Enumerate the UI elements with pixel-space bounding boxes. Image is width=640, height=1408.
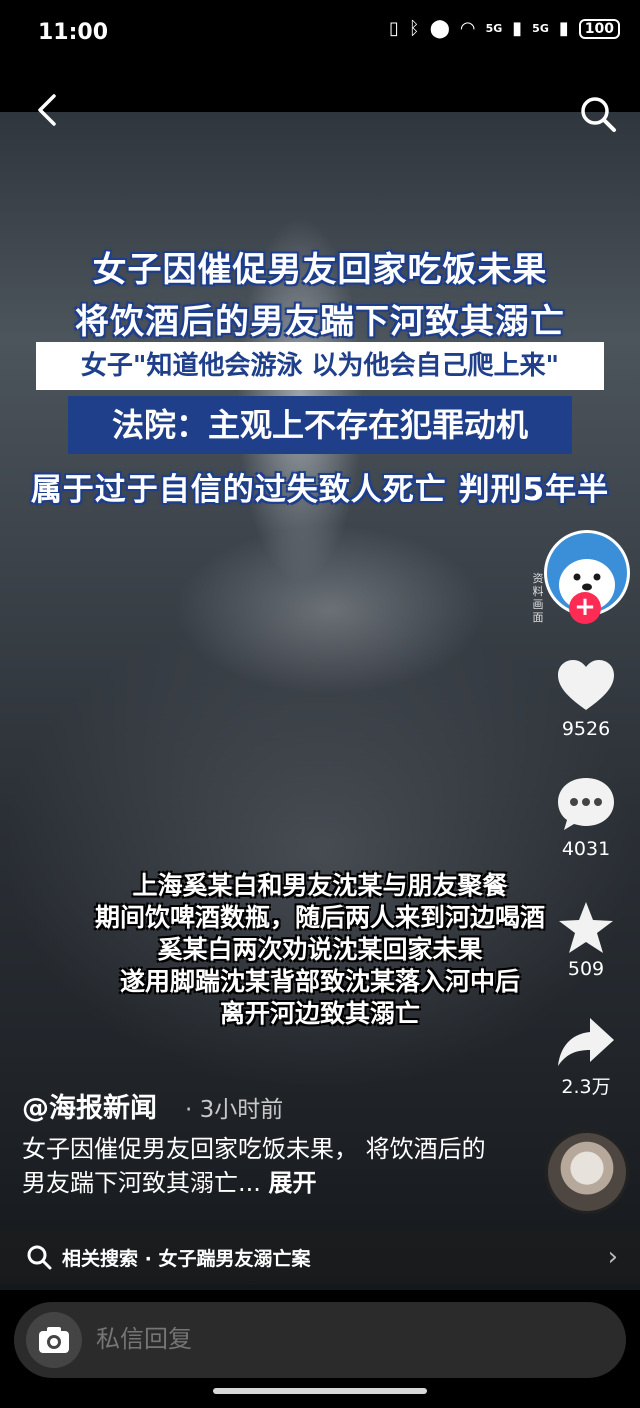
signal-1-icon: ▮ [512,18,523,39]
search-icon[interactable] [578,94,618,134]
subtitle-line: 期间饮啤酒数瓶，随后两人来到河边喝酒 [94,903,545,932]
share-icon[interactable] [556,1014,616,1070]
status-bar: 11:00 ▯ ᛒ ⬤ ◠ 5G ▮ 5G ▮ 100 [0,0,640,70]
related-search-bar[interactable]: 相关搜索 · 女子踹男友溺亡案 › [0,1230,640,1284]
camera-button[interactable] [26,1312,82,1368]
wifi-icon: ◠ [459,18,476,39]
video-player[interactable]: 女子因催促男友回家吃饭未果 将饮酒后的男友踹下河致其溺亡 女子"知道他会游泳 以… [0,70,640,1290]
back-arrow-icon[interactable] [30,92,66,128]
home-indicator[interactable] [213,1388,427,1394]
subtitle-line: 离开河边致其溺亡 [219,999,420,1028]
headline-line-1: 女子因催促男友回家吃饭未果 [92,250,548,290]
reply-bar[interactable] [14,1302,626,1378]
comment-count: 4031 [561,838,611,860]
signal-2-icon: ▮ [558,18,569,39]
headline-quote-banner: 女子"知道他会游泳 以为他会自己爬上来" [36,342,604,390]
status-time: 11:00 [38,20,109,45]
post-description[interactable]: 女子因催促男友回家吃饭未果， 将饮酒后的男友踹下河致其溺亡... 展开 [22,1132,502,1200]
battery-icon: 100 [578,18,620,39]
subtitle-line: 奚某白两次劝说沈某回家未果 [157,935,483,964]
subtitle-line: 上海奚某白和男友沈某与朋友聚餐 [132,871,508,900]
heart-icon[interactable] [556,658,616,714]
status-icons: ▯ ᛒ ⬤ ◠ 5G ▮ 5G ▮ 100 [389,18,620,39]
vibrate-icon: ▯ [388,18,399,39]
comment-icon[interactable] [556,776,616,832]
related-search-label: 相关搜索 · 女子踹男友溺亡案 [62,1247,311,1270]
search-small-icon [27,1245,52,1270]
post-description-text: 女子因催促男友回家吃饭未果， 将饮酒后的男友踹下河致其溺亡... [22,1135,486,1197]
headline-line-2: 将饮酒后的男友踹下河致其溺亡 [75,302,565,342]
post-time: · 3小时前 [185,1097,284,1123]
favorite-count: 509 [567,958,605,980]
expand-link[interactable]: 展开 [269,1169,317,1197]
music-disc-avatar[interactable] [545,1130,629,1214]
signal-1-label: 5G [485,22,503,35]
private-reply-input[interactable] [94,1324,498,1354]
chevron-right-icon: › [607,1242,618,1272]
follow-plus-button[interactable]: + [569,592,601,624]
share-count: 2.3万 [561,1076,611,1098]
like-count: 9526 [561,718,611,740]
top-bar-background [0,70,640,112]
star-icon[interactable] [556,900,616,956]
location-icon: ⬤ [429,18,450,39]
headline-verdict: 属于过于自信的过失致人死亡 判刑5年半 [30,472,610,508]
author-name[interactable]: @海报新闻 [22,1086,157,1125]
camera-icon [39,1327,69,1353]
headline-court-banner: 法院：主观上不存在犯罪动机 [68,396,572,454]
subtitle-line: 遂用脚踹沈某背部致沈某落入河中后 [119,967,520,996]
signal-2-label: 5G [532,22,549,35]
bluetooth-icon: ᛒ [408,18,420,39]
